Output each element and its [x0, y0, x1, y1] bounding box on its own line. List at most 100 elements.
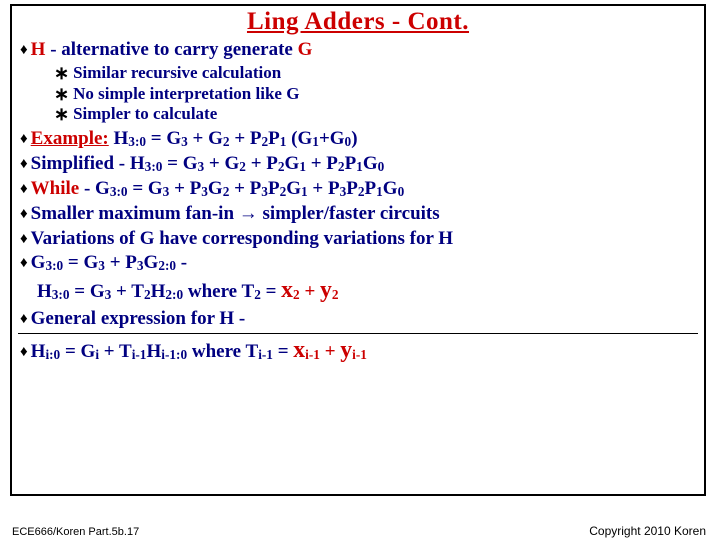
t: G: [31, 252, 46, 273]
divider: [18, 333, 698, 334]
t: 2:0: [165, 287, 183, 302]
diamond-icon: ♦: [20, 42, 28, 59]
t: 2:0: [158, 258, 176, 273]
t: + T: [111, 281, 144, 302]
t: 2: [144, 287, 151, 302]
t: G: [286, 178, 301, 199]
t: 3:0: [128, 134, 146, 149]
t: -: [176, 252, 187, 273]
t: P: [365, 178, 377, 199]
t: i-1: [132, 347, 147, 362]
t: = G: [146, 128, 181, 149]
t: (G: [286, 128, 312, 149]
t: 3:0: [145, 159, 163, 174]
t: + G: [204, 153, 239, 174]
diamond-icon: ♦: [20, 231, 28, 248]
sub-bullet: ∗Simpler to calculate: [54, 105, 698, 125]
t: simpler/faster circuits: [258, 203, 440, 224]
t: i:0: [45, 347, 60, 362]
t: = G: [162, 153, 197, 174]
t: + P: [246, 153, 278, 174]
t: 3:0: [110, 184, 128, 199]
t: 2: [254, 287, 261, 302]
diamond-icon: ♦: [20, 255, 28, 272]
t: 1: [356, 159, 363, 174]
t: 0: [398, 184, 405, 199]
t: General expression for H -: [31, 308, 246, 329]
text: No simple interpretation like G: [73, 84, 299, 103]
t: 2: [358, 184, 365, 199]
t: + T: [99, 341, 132, 362]
t: = G: [63, 252, 98, 273]
general-line: ♦General expression for H -: [20, 308, 698, 330]
diamond-icon: ♦: [20, 206, 28, 223]
t: 3:0: [45, 258, 63, 273]
t: = G: [60, 341, 95, 362]
diamond-icon: ♦: [20, 181, 28, 198]
simplified-line: ♦Simplified - H3:0 = G3 + G2 + P2G1 + P2…: [20, 153, 698, 175]
t: G: [285, 153, 300, 174]
t: H: [31, 341, 46, 362]
t: 2: [293, 287, 300, 302]
arrow-icon: →: [239, 203, 258, 224]
t: H: [151, 281, 166, 302]
text: - alternative to carry generate: [45, 39, 297, 60]
t: While: [31, 178, 80, 199]
t: where T: [183, 281, 254, 302]
t: Simplified -: [31, 153, 125, 174]
t: 2: [223, 134, 230, 149]
t: 2: [239, 159, 246, 174]
t: +: [320, 341, 340, 362]
t: 3: [98, 258, 105, 273]
t: = G: [70, 281, 105, 302]
t: P: [346, 178, 358, 199]
footer-left: ECE666/Koren Part.5b.17: [12, 526, 139, 538]
fanin-line: ♦Smaller maximum fan-in → simpler/faster…: [20, 203, 698, 225]
t: i-1: [352, 347, 367, 362]
t: i-1:0: [161, 347, 187, 362]
t: 2: [278, 159, 285, 174]
t: + P: [105, 252, 137, 273]
t: H: [37, 281, 52, 302]
t: 1: [299, 159, 306, 174]
t: 1: [301, 184, 308, 199]
t: +: [300, 281, 320, 302]
t: x: [281, 277, 293, 303]
t: P: [345, 153, 357, 174]
t: H: [109, 128, 129, 149]
t: i-1: [305, 347, 320, 362]
eq-g-line: ♦G3:0 = G3 + P3G2:0 -: [20, 252, 698, 274]
asterisk-icon: ∗: [54, 105, 69, 125]
t: 0: [378, 159, 385, 174]
g-var: G: [298, 39, 313, 60]
t: x: [293, 337, 305, 363]
t: G: [208, 178, 223, 199]
t: G: [363, 153, 378, 174]
sub-bullet: ∗No simple interpretation like G: [54, 85, 698, 105]
t: + P: [230, 128, 262, 149]
diamond-icon: ♦: [20, 156, 28, 173]
diamond-icon: ♦: [20, 131, 28, 148]
t: G: [383, 178, 398, 199]
t: +G: [319, 128, 345, 149]
t: y: [320, 277, 332, 303]
t: =: [273, 341, 293, 362]
t: ): [351, 128, 357, 149]
t: 1: [312, 134, 319, 149]
text: Simpler to calculate: [73, 104, 217, 123]
t: Smaller maximum fan-in: [31, 203, 239, 224]
eq-h-line: H3:0 = G3 + T2H2:0 where T2 = x2 + y2: [37, 277, 698, 304]
t: + P: [169, 178, 201, 199]
t: + P: [308, 178, 340, 199]
t: P: [268, 128, 280, 149]
sub-bullet: ∗Similar recursive calculation: [54, 64, 698, 84]
t: H: [125, 153, 145, 174]
t: i-1: [258, 347, 273, 362]
t: =: [261, 281, 281, 302]
t: G: [144, 252, 159, 273]
t: 3: [201, 184, 208, 199]
text: Similar recursive calculation: [73, 63, 281, 82]
diamond-icon: ♦: [20, 344, 28, 361]
t: 3:0: [52, 287, 70, 302]
t: = G: [128, 178, 163, 199]
